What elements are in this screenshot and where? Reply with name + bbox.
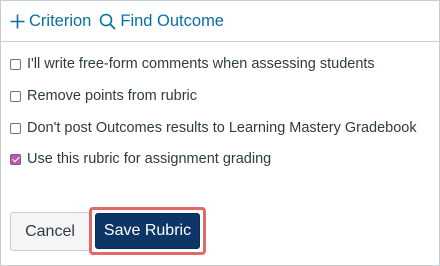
free-form-comments-label: I'll write free-form comments when asses… <box>27 56 375 72</box>
search-icon <box>99 13 116 30</box>
use-for-grading-label: Use this rubric for assignment grading <box>27 151 272 167</box>
plus-icon <box>10 14 25 29</box>
free-form-comments-checkbox[interactable] <box>10 58 21 70</box>
toolbar-divider <box>0 41 440 42</box>
find-outcome-button[interactable]: Find Outcome <box>99 12 224 31</box>
remove-points-label: Remove points from rubric <box>27 88 198 104</box>
dont-post-outcomes-option[interactable]: Don't post Outcomes results to Learning … <box>10 120 417 136</box>
add-criterion-label: Criterion <box>29 11 92 30</box>
add-criterion-button[interactable]: Criterion <box>10 12 91 31</box>
use-for-grading-option[interactable]: Use this rubric for assignment grading <box>10 151 271 167</box>
remove-points-checkbox[interactable] <box>10 90 21 102</box>
rubric-toolbar: Criterion Find Outcome <box>10 9 224 33</box>
use-for-grading-checkbox[interactable] <box>10 153 21 165</box>
cancel-button[interactable]: Cancel <box>10 212 90 251</box>
dont-post-outcomes-label: Don't post Outcomes results to Learning … <box>27 120 417 136</box>
find-outcome-label: Find Outcome <box>120 11 224 30</box>
save-rubric-button[interactable]: Save Rubric <box>95 213 200 249</box>
dont-post-outcomes-checkbox[interactable] <box>10 122 21 134</box>
free-form-comments-option[interactable]: I'll write free-form comments when asses… <box>10 56 375 72</box>
save-button-highlight: Save Rubric <box>89 207 206 255</box>
remove-points-option[interactable]: Remove points from rubric <box>10 88 197 104</box>
